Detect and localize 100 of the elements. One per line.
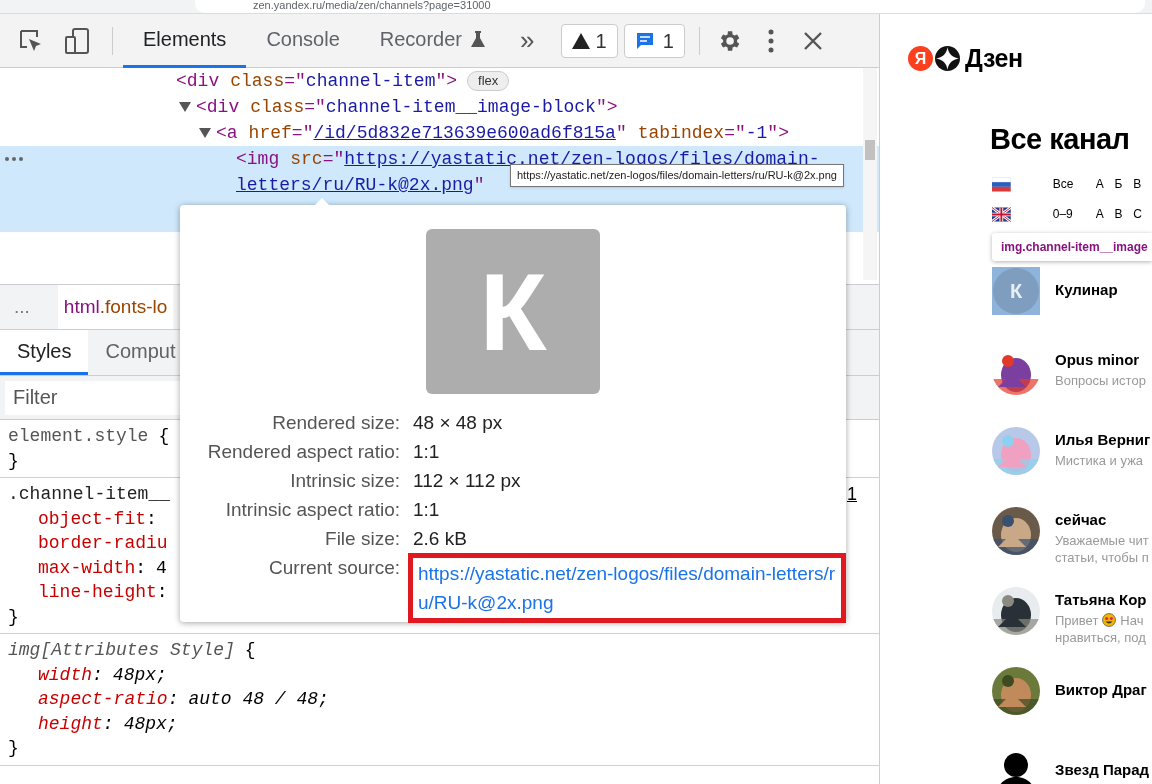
tag-name: <div (196, 97, 240, 117)
expand-triangle-icon[interactable] (179, 102, 191, 113)
logo-badge: Я (908, 46, 933, 72)
message-bubble-icon (634, 30, 655, 51)
property-label: Intrinsic size: (289, 469, 400, 493)
filter-link[interactable]: Все (1052, 175, 1096, 193)
markup-punctuation: =" (304, 97, 326, 117)
channel-name[interactable]: Opus minor (1055, 349, 1146, 372)
property-label: Rendered aspect ratio: (206, 440, 400, 464)
flask-icon (470, 30, 487, 48)
property-label: File size: (324, 527, 400, 551)
letter-link[interactable]: Б (1114, 175, 1134, 193)
markup-punctuation: =" (284, 71, 306, 91)
channel-description: статьи, чтобы п (1055, 548, 1149, 566)
filter-link[interactable]: 0–9 (1052, 205, 1096, 223)
channel-name[interactable]: Звезд Парад (1055, 759, 1150, 782)
attribute-name: class (230, 71, 285, 91)
warning-triangle-icon (571, 32, 590, 49)
scrollbar-thumb[interactable] (865, 140, 875, 160)
rule-brace: } (8, 449, 19, 473)
warnings-button[interactable]: 1 (560, 23, 618, 58)
letter-link[interactable]: В (1133, 175, 1152, 193)
smiley-icon (1102, 613, 1117, 627)
markup-punctuation: =" (724, 123, 746, 143)
css-value: auto 48 / 48; (188, 689, 329, 709)
property-colon: : (92, 664, 103, 685)
channel-name[interactable]: Татьяна Кор (1055, 589, 1147, 612)
channel-name[interactable]: Виктор Драг (1055, 679, 1147, 702)
css-property: border-radiu (38, 533, 168, 553)
device-toolbar-icon[interactable] (64, 26, 92, 55)
messages-button[interactable]: 1 (623, 23, 685, 58)
source-link[interactable]: 1 (847, 482, 857, 507)
flag-icon (992, 206, 1011, 222)
attribute-name: tabindex (637, 123, 725, 143)
markup-punctuation: =" (291, 123, 314, 143)
property-colon: : (146, 508, 157, 529)
more-tabs-button[interactable]: » (510, 21, 545, 60)
attribute-value: channel-item (305, 71, 436, 91)
flag-icon (992, 176, 1011, 192)
breadcrumb-item[interactable]: html.fonts-lo (57, 285, 174, 329)
letter-image-preview: К (426, 229, 600, 394)
property-value: 1:1 (413, 440, 441, 464)
close-icon[interactable] (803, 31, 822, 50)
channel-name[interactable]: Кулинар (1055, 279, 1118, 302)
attribute-link[interactable]: /id/5d832e713639e600ad6f815a (313, 123, 616, 143)
styles-tab[interactable]: Comput (88, 330, 193, 375)
rule-brace: { (158, 426, 170, 446)
css-selector: element.style (8, 426, 149, 446)
css-value: 4 (156, 557, 167, 578)
property-label: Intrinsic aspect ratio: (224, 498, 400, 522)
attribute-name: src (290, 149, 323, 169)
tag-name: <a (216, 123, 238, 143)
channel-name[interactable]: Илья Верниг (1055, 429, 1151, 452)
css-selector: .channel-item__ (8, 484, 171, 504)
markup-punctuation: " (473, 175, 485, 195)
logo-name: Дзен (965, 43, 1023, 74)
letter-avatar: К (993, 268, 1039, 314)
property-value: 2.6 kB (413, 527, 468, 551)
page-heading: Все канал (990, 121, 1130, 157)
breadcrumb-overflow[interactable]: ... (14, 292, 30, 322)
flex-badge[interactable]: flex (467, 71, 510, 92)
channel-description: Мистика и ужа (1055, 451, 1145, 469)
property-colon: : (167, 689, 179, 709)
styles-tab[interactable]: Styles (0, 330, 89, 375)
css-selector: img[Attributes Style] (8, 640, 235, 660)
css-property: width (38, 664, 92, 685)
rule-brace: } (8, 737, 19, 760)
letter-link[interactable]: А (1095, 175, 1115, 193)
css-value: 48px; (123, 713, 178, 734)
property-value: 1:1 (413, 498, 441, 522)
letter-link[interactable]: A (1095, 205, 1115, 223)
channel-name[interactable]: сейчас (1055, 509, 1149, 532)
property-value: 48 × 48 px (413, 411, 504, 435)
css-property: aspect-ratio (38, 689, 168, 709)
markup-punctuation: =" (322, 149, 345, 169)
property-colon: : (156, 582, 168, 602)
attribute-link[interactable]: letters/ru/RU-k@2x.png (236, 175, 474, 195)
tag-name: <img (236, 149, 280, 169)
channel-description: Привет Нач (1055, 611, 1145, 629)
more-options-icon[interactable] (767, 28, 774, 53)
source-link[interactable]: https://yastatic.net/zen-logos/files/domain-letters/ru/RU-k@2x.png (418, 559, 836, 617)
rule-brace: } (8, 605, 19, 629)
css-property: max-width (38, 557, 136, 578)
css-property: object-fit (38, 508, 147, 529)
property-colon: : (102, 713, 114, 734)
property-value: 112 × 112 px (413, 469, 522, 493)
channel-description: Уважаемые чит (1055, 531, 1149, 549)
markup-punctuation: "> (435, 71, 458, 91)
markup-punctuation: "> (595, 97, 618, 117)
css-property: height (38, 713, 103, 734)
element-tooltip: img.channel-item__image (992, 233, 1152, 261)
expand-triangle-icon[interactable] (199, 128, 211, 139)
more-dots-icon[interactable] (5, 157, 23, 161)
devtools-tab[interactable]: Recorder (359, 13, 507, 68)
letter-link[interactable]: B (1114, 205, 1134, 223)
rule-brace: { (244, 640, 256, 660)
url-field[interactable]: zen.yandex.ru/media/zen/channels?page=31000 (195, 0, 1145, 13)
letter-link[interactable]: C (1133, 205, 1152, 223)
devtools-tab[interactable]: Console (246, 13, 360, 68)
channel-description: нравиться, под (1055, 628, 1147, 646)
